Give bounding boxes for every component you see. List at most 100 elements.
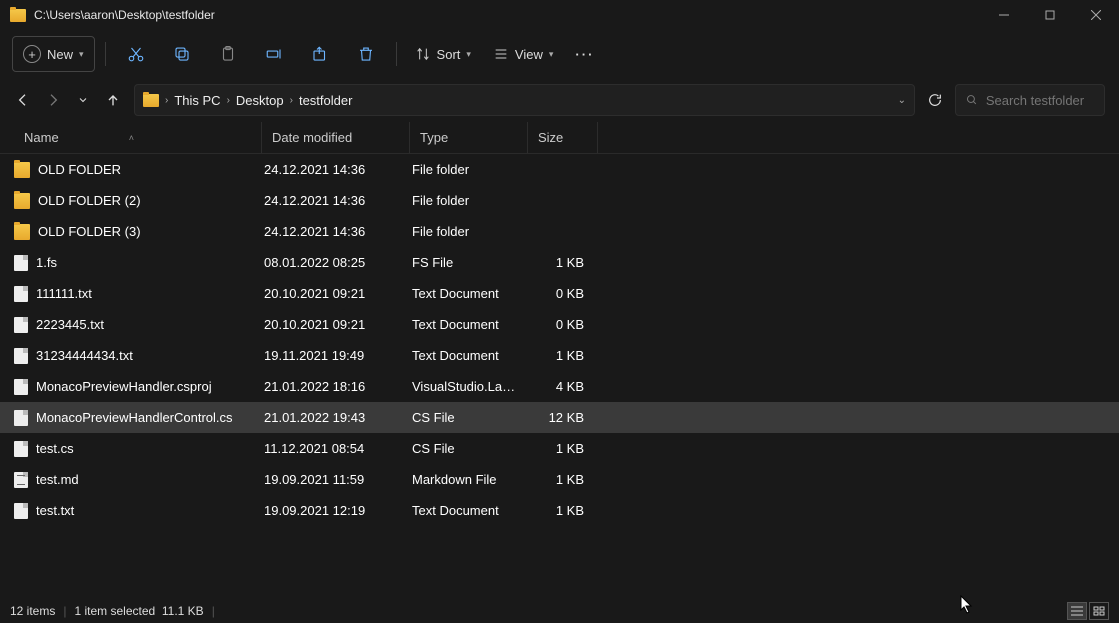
file-date: 20.10.2021 09:21 (264, 286, 365, 301)
search-box[interactable] (955, 84, 1105, 116)
cut-button[interactable] (116, 36, 156, 72)
breadcrumb[interactable]: testfolder (299, 93, 352, 108)
header-size-label: Size (538, 130, 563, 145)
file-size: 4 KB (556, 379, 584, 394)
header-type-label: Type (420, 130, 448, 145)
header-size[interactable]: Size (528, 122, 598, 153)
window-title: C:\Users\aaron\Desktop\testfolder (34, 8, 981, 22)
file-name: 111111.txt (36, 286, 92, 301)
chevron-down-icon[interactable]: ⌄ (898, 95, 906, 106)
status-size: 11.1 KB (162, 604, 204, 618)
maximize-button[interactable] (1027, 0, 1073, 30)
file-type: Markdown File (412, 472, 497, 487)
table-row[interactable]: 2223445.txt 20.10.2021 09:21 Text Document… (0, 309, 1119, 340)
file-icon (14, 379, 28, 395)
address-bar[interactable]: › This PC › Desktop › testfolder ⌄ (134, 84, 915, 116)
delete-button[interactable] (346, 36, 386, 72)
file-date: 19.09.2021 11:59 (264, 472, 364, 487)
more-button[interactable]: ··· (567, 36, 602, 72)
view-button[interactable]: View ▾ (485, 36, 561, 72)
sort-button[interactable]: Sort ▾ (407, 36, 479, 72)
search-icon (966, 93, 978, 107)
folder-icon (143, 94, 159, 107)
file-date: 24.12.2021 14:36 (264, 224, 365, 239)
up-button[interactable] (104, 92, 122, 108)
file-name: test.md (36, 472, 79, 487)
file-type: Text Document (412, 348, 499, 363)
file-date: 19.09.2021 12:19 (264, 503, 365, 518)
table-row[interactable]: 111111.txt20.10.2021 09:21Text Document0… (0, 278, 1119, 309)
minimize-button[interactable] (981, 0, 1027, 30)
folder-icon (10, 9, 26, 22)
status-selection: 1 item selected (74, 604, 155, 618)
file-type: File folder (412, 224, 469, 239)
table-row[interactable]: OLD FOLDER24.12.2021 14:36File folder (0, 154, 1119, 185)
header-date[interactable]: Date modified (262, 122, 410, 153)
table-row[interactable]: OLD FOLDER (2)24.12.2021 14:36File folde… (0, 185, 1119, 216)
column-headers: Name˄ Date modified Type Size (0, 122, 1119, 154)
table-row[interactable]: 31234444434.txt 19.11.2021 19:49 Text Docu… (0, 340, 1119, 371)
recent-button[interactable] (74, 94, 92, 106)
refresh-button[interactable] (927, 92, 943, 108)
file-date: 20.10.2021 09:21 (264, 317, 365, 332)
file-size: 1 KB (556, 441, 584, 456)
file-size: 1 KB (556, 255, 584, 270)
separator: | (212, 604, 215, 618)
folder-icon (14, 224, 30, 240)
breadcrumb[interactable]: Desktop (236, 93, 284, 108)
file-date: 19.11.2021 19:49 (264, 348, 364, 363)
file-size: 1 KB (556, 472, 584, 487)
back-button[interactable] (14, 92, 32, 108)
thumbnails-view-button[interactable] (1089, 602, 1109, 620)
file-icon (14, 410, 28, 426)
forward-button[interactable] (44, 92, 62, 108)
close-button[interactable] (1073, 0, 1119, 30)
file-name: 2223445.txt (36, 317, 104, 332)
chevron-down-icon: ▾ (79, 49, 84, 60)
new-button[interactable]: + New ▾ (12, 36, 95, 72)
file-name: OLD FOLDER (38, 162, 121, 177)
search-input[interactable] (986, 93, 1094, 108)
details-view-button[interactable] (1067, 602, 1087, 620)
file-list: OLD FOLDER24.12.2021 14:36File folderOLD… (0, 154, 1119, 526)
table-row[interactable]: MonacoPreviewHandlerControl.cs21.01.2022… (0, 402, 1119, 433)
file-icon (14, 503, 28, 519)
sort-label: Sort (437, 47, 461, 62)
table-row[interactable]: 1.fs08.01.2022 08:25FS File1 KB (0, 247, 1119, 278)
chevron-right-icon: › (227, 95, 230, 106)
table-row[interactable]: test.cs 11.12.2021 08:54 CS File 1 KB (0, 433, 1119, 464)
separator (105, 42, 106, 66)
file-date: 21.01.2022 18:16 (264, 379, 365, 394)
file-name: test.cs (36, 441, 74, 456)
table-row[interactable]: MonacoPreviewHandler.csproj21.01.2022 18… (0, 371, 1119, 402)
file-type: CS File (412, 410, 455, 425)
folder-icon (14, 193, 30, 209)
file-name: test.txt (36, 503, 74, 518)
share-button[interactable] (300, 36, 340, 72)
file-name: OLD FOLDER (2) (38, 193, 141, 208)
file-name: MonacoPreviewHandlerControl.cs (36, 410, 233, 425)
file-date: 11.12.2021 08:54 (264, 441, 364, 456)
file-size: 1 KB (556, 348, 584, 363)
file-name: 31234444434.txt (36, 348, 133, 363)
file-type: CS File (412, 441, 455, 456)
toolbar: + New ▾ Sort ▾ View ▾ ··· (0, 30, 1119, 78)
file-size: 1 KB (556, 503, 584, 518)
breadcrumb[interactable]: This PC (174, 93, 220, 108)
rename-button[interactable] (254, 36, 294, 72)
paste-button[interactable] (208, 36, 248, 72)
window-controls (981, 0, 1119, 30)
copy-button[interactable] (162, 36, 202, 72)
status-count: 12 items (10, 604, 55, 618)
file-date: 24.12.2021 14:36 (264, 162, 365, 177)
file-icon (14, 348, 28, 364)
header-type[interactable]: Type (410, 122, 528, 153)
header-name[interactable]: Name˄ (14, 122, 262, 153)
table-row[interactable]: OLD FOLDER (3)24.12.2021 14:36File folde… (0, 216, 1119, 247)
table-row[interactable]: test.md 19.09.2021 11:59 Markdown File 1 KB (0, 464, 1119, 495)
chevron-down-icon: ▾ (466, 49, 471, 60)
file-size: 0 KB (556, 317, 584, 332)
file-size: 0 KB (556, 286, 584, 301)
file-type: Text Document (412, 317, 499, 332)
table-row[interactable]: test.txt19.09.2021 12:19Text Document1 K… (0, 495, 1119, 526)
